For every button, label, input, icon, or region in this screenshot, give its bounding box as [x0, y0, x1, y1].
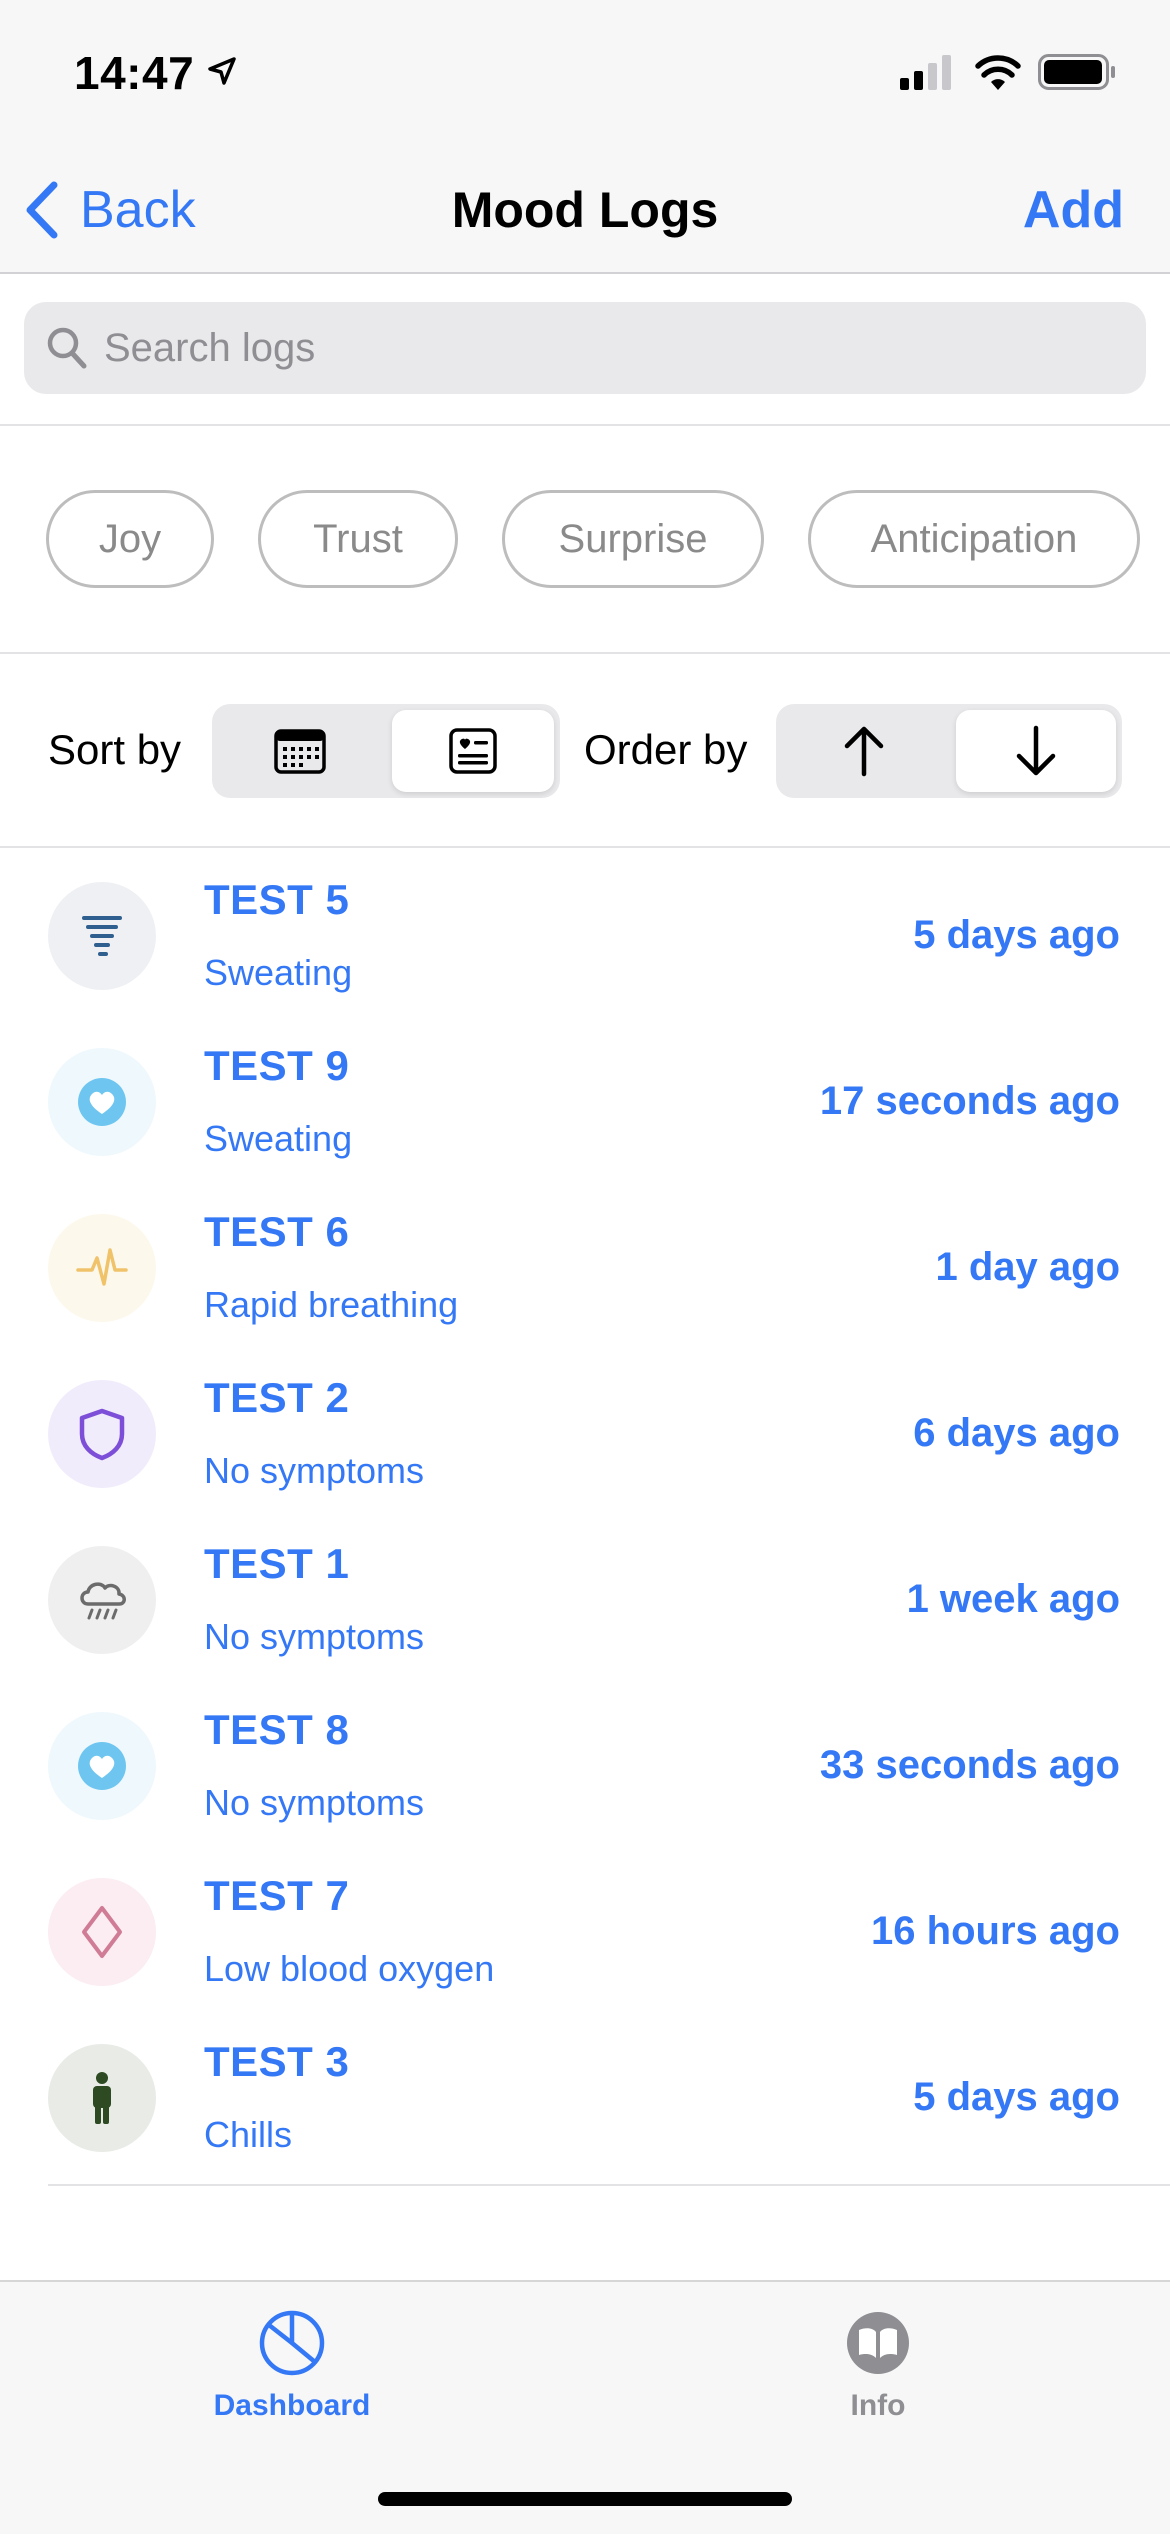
log-symptom: No symptoms: [204, 1450, 425, 1491]
diamond-icon: [82, 1906, 122, 1958]
log-row[interactable]: TEST 9 Sweating 17 seconds ago: [0, 1018, 1170, 1184]
tab-info-label: Info: [850, 2389, 906, 2422]
order-by-label: Order by: [584, 726, 748, 773]
cloud-rain-icon: [80, 1582, 126, 1620]
log-title: TEST 2: [204, 1374, 350, 1421]
log-row[interactable]: TEST 1 No symptoms 1 week ago: [0, 1516, 1170, 1682]
home-indicator: [378, 2492, 792, 2506]
sort-segmented-control: [212, 704, 560, 798]
log-symptom: Sweating: [204, 952, 353, 993]
log-symptom: No symptoms: [204, 1616, 425, 1657]
log-time: 1 day ago: [935, 1245, 1120, 1289]
log-time: 17 seconds ago: [819, 1079, 1120, 1123]
log-title: TEST 6: [204, 1208, 350, 1255]
log-avatar: [48, 1214, 156, 1322]
log-symptom: Low blood oxygen: [204, 1948, 495, 1989]
log-title: TEST 1: [204, 1540, 350, 1587]
person-icon: [93, 2072, 111, 2124]
arrow-up-icon: [844, 726, 884, 777]
log-symptom: Chills: [204, 2114, 293, 2155]
search-section: Search logs: [0, 274, 1170, 426]
log-time: 5 days ago: [913, 913, 1120, 957]
log-row[interactable]: TEST 6 Rapid breathing 1 day ago: [0, 1184, 1170, 1350]
add-button[interactable]: Add: [1023, 180, 1124, 240]
log-avatar: [48, 1546, 156, 1654]
heart-icon: [78, 1742, 126, 1790]
log-row[interactable]: TEST 2 No symptoms 6 days ago: [0, 1350, 1170, 1516]
log-title: TEST 7: [204, 1872, 350, 1919]
search-input[interactable]: Search logs: [24, 302, 1146, 394]
page-title: Mood Logs: [451, 182, 719, 238]
tab-info[interactable]: Info: [758, 2308, 998, 2423]
log-row[interactable]: TEST 3 Chills 5 days ago: [0, 2014, 1170, 2180]
log-time: 16 hours ago: [871, 1909, 1120, 1953]
log-symptom: Rapid breathing: [204, 1284, 459, 1325]
sort-order-bar: Sort by Order by: [0, 654, 1170, 848]
status-time: 14:47: [74, 47, 195, 99]
tab-dashboard[interactable]: Dashboard: [172, 2308, 412, 2423]
tab-dashboard-label: Dashboard: [213, 2389, 371, 2422]
chart-pie-icon: [259, 2310, 325, 2376]
heart-text-square-icon: [449, 728, 497, 774]
wifi-icon: [975, 55, 1021, 90]
log-time: 1 week ago: [906, 1577, 1120, 1621]
log-title: TEST 5: [204, 876, 350, 923]
log-avatar: [48, 1712, 156, 1820]
location-arrow-icon: [208, 57, 236, 85]
mood-filter-chips: Joy Trust Surprise Anticipation: [0, 426, 1170, 654]
waveform-icon: [76, 1248, 128, 1286]
log-avatar: [48, 1048, 156, 1156]
chip-surprise[interactable]: Surprise: [502, 490, 764, 588]
log-avatar: [48, 1878, 156, 1986]
book-circle-icon: [847, 2312, 909, 2374]
arrow-down-icon: [1016, 725, 1056, 776]
search-placeholder: Search logs: [104, 326, 316, 370]
system-status-icons: [900, 54, 1115, 90]
heart-icon: [78, 1078, 126, 1126]
log-avatar: [48, 2044, 156, 2152]
status-bar: 14:47: [0, 0, 1170, 150]
log-row[interactable]: TEST 7 Low blood oxygen 16 hours ago: [0, 1848, 1170, 2014]
chip-joy[interactable]: Joy: [46, 490, 214, 588]
log-time: 33 seconds ago: [819, 1743, 1120, 1787]
sort-by-label: Sort by: [48, 726, 182, 773]
search-icon: [47, 327, 87, 369]
chip-trust[interactable]: Trust: [258, 490, 458, 588]
log-avatar: [48, 1380, 156, 1488]
sort-by-entry-button[interactable]: [392, 710, 554, 792]
log-title: TEST 8: [204, 1706, 350, 1753]
order-descending-button[interactable]: [956, 710, 1116, 792]
cellular-signal-icon: [900, 55, 951, 90]
log-time: 5 days ago: [913, 2075, 1120, 2119]
log-time: 6 days ago: [913, 1411, 1120, 1455]
log-avatar: [48, 882, 156, 990]
order-segmented-control: [776, 704, 1122, 798]
log-symptom: No symptoms: [204, 1782, 425, 1823]
shield-icon: [79, 1408, 125, 1461]
order-ascending-button[interactable]: [782, 710, 946, 792]
log-row[interactable]: TEST 5 Sweating 5 days ago: [0, 852, 1170, 1018]
navigation-bar: Back Mood Logs Add: [0, 150, 1170, 274]
battery-icon: [1038, 54, 1115, 90]
calendar-icon: [274, 729, 326, 774]
sort-by-date-button[interactable]: [218, 710, 382, 792]
log-row[interactable]: TEST 8 No symptoms 33 seconds ago: [0, 1682, 1170, 1848]
log-title: TEST 3: [204, 2038, 350, 2085]
chip-anticipation[interactable]: Anticipation: [808, 490, 1140, 588]
list-divider: [48, 2184, 1170, 2186]
tornado-icon: [82, 916, 122, 956]
log-symptom: Sweating: [204, 1118, 353, 1159]
log-title: TEST 9: [204, 1042, 350, 1089]
